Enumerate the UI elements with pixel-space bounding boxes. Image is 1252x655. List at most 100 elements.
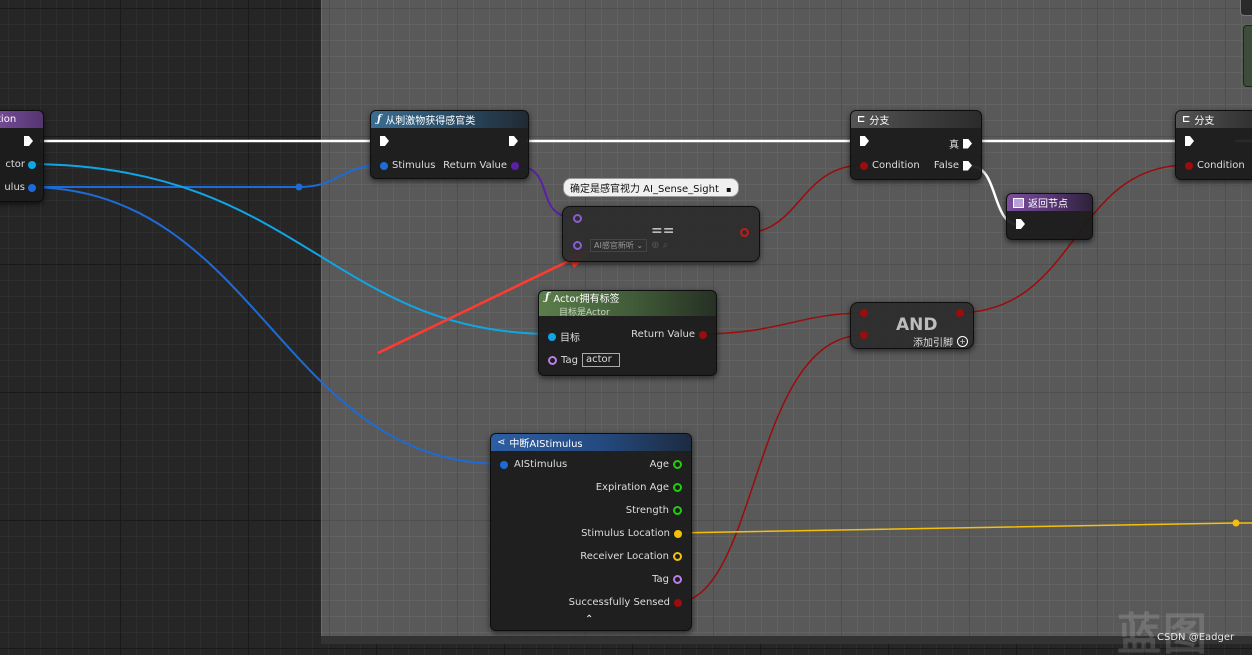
return-node-header[interactable]: 返回节点: [1007, 194, 1092, 211]
branch-2-exec-in[interactable]: [1185, 136, 1194, 146]
branch-2-title: 分支: [1194, 116, 1215, 127]
class-pin[interactable]: [511, 161, 519, 170]
return-node[interactable]: 返回节点: [1006, 193, 1093, 240]
class-pin[interactable]: [573, 214, 582, 223]
and-pin-b[interactable]: [860, 331, 868, 339]
stimulus-pin[interactable]: [28, 183, 36, 192]
has-tag-pin-tag[interactable]: Tag actor: [548, 353, 620, 367]
collapse-chevron-icon[interactable]: ⌃: [585, 614, 593, 625]
pin-label: 真: [949, 140, 959, 151]
branch-node-2[interactable]: ⊏ 分支 Condition: [1175, 110, 1252, 180]
equal-node-comment-bubble[interactable]: 确定是感官视力 AI_Sense_Sight ▪: [563, 178, 739, 197]
exec-out-pin[interactable]: [509, 136, 518, 146]
stimulus-pin[interactable]: [380, 161, 388, 170]
equal-pin-b[interactable]: AI感官新听 ⌄ ⊕ ⌕: [573, 239, 668, 252]
branch-1-exec-false[interactable]: False: [934, 160, 972, 171]
break-pin-aistimulus[interactable]: AIStimulus: [500, 459, 567, 470]
left-node-pin-stimulus[interactable]: ulus: [0, 182, 36, 193]
pin-label: AIStimulus: [514, 459, 568, 470]
branch-icon: ⊏: [1182, 114, 1191, 125]
branch-1-exec-in[interactable]: [860, 136, 869, 146]
get-sense-exec-in[interactable]: [380, 136, 389, 146]
get-sense-pin-stimulus[interactable]: Stimulus: [380, 160, 435, 171]
and-pin-a[interactable]: [860, 309, 868, 317]
branch-1-pin-condition[interactable]: Condition: [860, 160, 920, 171]
blueprint-graph-canvas[interactable]: tion ctor ulus ƒ从刺激物获得感官类 Stimulus Retur…: [0, 0, 1252, 655]
pin-actor-label: ctor: [5, 159, 25, 170]
exec-out-pin[interactable]: [963, 160, 972, 171]
left-event-node[interactable]: tion ctor ulus: [0, 110, 44, 202]
class-pin[interactable]: [573, 241, 582, 250]
left-event-node-header[interactable]: tion: [0, 111, 43, 128]
break-ai-stimulus-node[interactable]: ⋖ 中断AIStimulus AIStimulus Age Expiration …: [490, 433, 692, 631]
add-pin-icon[interactable]: +: [957, 336, 968, 347]
struct-wire-stimulus-to-break: [26, 186, 504, 465]
left-node-exec-out[interactable]: [24, 136, 33, 146]
name-pin[interactable]: [673, 575, 682, 584]
break-pin-stimulus-location[interactable]: Stimulus Location: [581, 528, 682, 539]
bool-pin[interactable]: [1185, 161, 1193, 170]
exec-out-pin[interactable]: [963, 138, 972, 149]
equal-pin-out[interactable]: [740, 228, 749, 237]
has-tag-pin-target[interactable]: 目标: [548, 329, 580, 344]
branch-2-pin-condition[interactable]: Condition: [1185, 160, 1245, 171]
left-node-pin-actor[interactable]: ctor: [0, 159, 36, 170]
object-pin[interactable]: [548, 332, 556, 341]
actor-has-tag-header[interactable]: ƒ Actor拥有标签 目标是Actor: [539, 291, 716, 316]
break-pin-tag[interactable]: Tag: [652, 574, 682, 585]
get-sense-pin-return[interactable]: Return Value: [443, 160, 519, 171]
exec-in-pin[interactable]: [1016, 219, 1025, 229]
wire-reroute-dot: [295, 183, 303, 191]
break-pin-strength[interactable]: Strength: [626, 505, 682, 516]
bool-pin[interactable]: [860, 161, 868, 170]
and-add-pin-button[interactable]: 添加引脚 +: [913, 334, 968, 349]
struct-pin[interactable]: [500, 460, 508, 469]
exec-in-pin[interactable]: [380, 136, 389, 146]
sense-class-select[interactable]: AI感官新听 ⌄: [590, 239, 648, 252]
equal-pin-a[interactable]: [573, 214, 582, 223]
pin-label: Tag: [561, 354, 578, 366]
bool-pin[interactable]: [860, 309, 868, 317]
name-pin[interactable]: [548, 355, 557, 365]
collapse-icon[interactable]: ▪: [726, 185, 731, 194]
bool-pin[interactable]: [860, 331, 868, 339]
has-tag-pin-return[interactable]: Return Value: [631, 329, 707, 340]
float-pin[interactable]: [673, 460, 682, 469]
break-struct-icon: ⋖: [497, 437, 506, 448]
and-pin-out[interactable]: [956, 309, 964, 317]
break-ai-stimulus-title: 中断AIStimulus: [509, 439, 583, 450]
exec-in-pin[interactable]: [860, 136, 869, 146]
get-sense-class-header[interactable]: ƒ 从刺激物获得感官类: [371, 111, 528, 128]
break-pin-expiration-age[interactable]: Expiration Age: [596, 482, 682, 493]
vector-pin[interactable]: [674, 529, 682, 538]
browse-icon[interactable]: ⊕ ⌕: [651, 240, 668, 251]
float-pin[interactable]: [673, 483, 682, 492]
exec-in-pin[interactable]: [1185, 136, 1194, 146]
break-pin-age[interactable]: Age: [650, 459, 682, 470]
float-pin[interactable]: [673, 506, 682, 515]
exec-out-pin[interactable]: [24, 136, 33, 146]
branch-1-header[interactable]: ⊏ 分支: [851, 111, 981, 128]
and-node[interactable]: AND 添加引脚 +: [850, 302, 974, 349]
pin-label: Return Value: [443, 160, 507, 171]
actor-has-tag-node[interactable]: ƒ Actor拥有标签 目标是Actor 目标 Return Value Tag a…: [538, 290, 717, 376]
equal-node[interactable]: AI感官新听 ⌄ ⊕ ⌕ ==: [562, 206, 760, 262]
branch-2-header[interactable]: ⊏ 分支: [1176, 111, 1252, 128]
bool-pin[interactable]: [674, 598, 682, 607]
break-pin-receiver-location[interactable]: Receiver Location: [580, 551, 682, 562]
get-sense-class-node[interactable]: ƒ 从刺激物获得感官类 Stimulus Return Value: [370, 110, 529, 179]
bool-pin[interactable]: [699, 330, 707, 339]
bool-pin[interactable]: [740, 228, 749, 237]
right-edge-node-fragment[interactable]: [1243, 25, 1252, 87]
actor-pin[interactable]: [28, 160, 36, 169]
branch-node-1[interactable]: ⊏ 分支 真 Condition False: [850, 110, 982, 180]
bool-pin[interactable]: [956, 309, 964, 317]
break-ai-stimulus-header[interactable]: ⋖ 中断AIStimulus: [491, 434, 691, 451]
get-sense-exec-out[interactable]: [509, 136, 518, 146]
branch-1-exec-true[interactable]: 真: [949, 136, 972, 151]
break-pin-successfully-sensed[interactable]: Successfully Sensed: [569, 597, 682, 608]
vector-pin[interactable]: [673, 552, 682, 561]
return-exec-in[interactable]: [1016, 219, 1025, 229]
tag-value-input[interactable]: actor: [581, 353, 620, 367]
pin-label: Strength: [625, 505, 669, 516]
